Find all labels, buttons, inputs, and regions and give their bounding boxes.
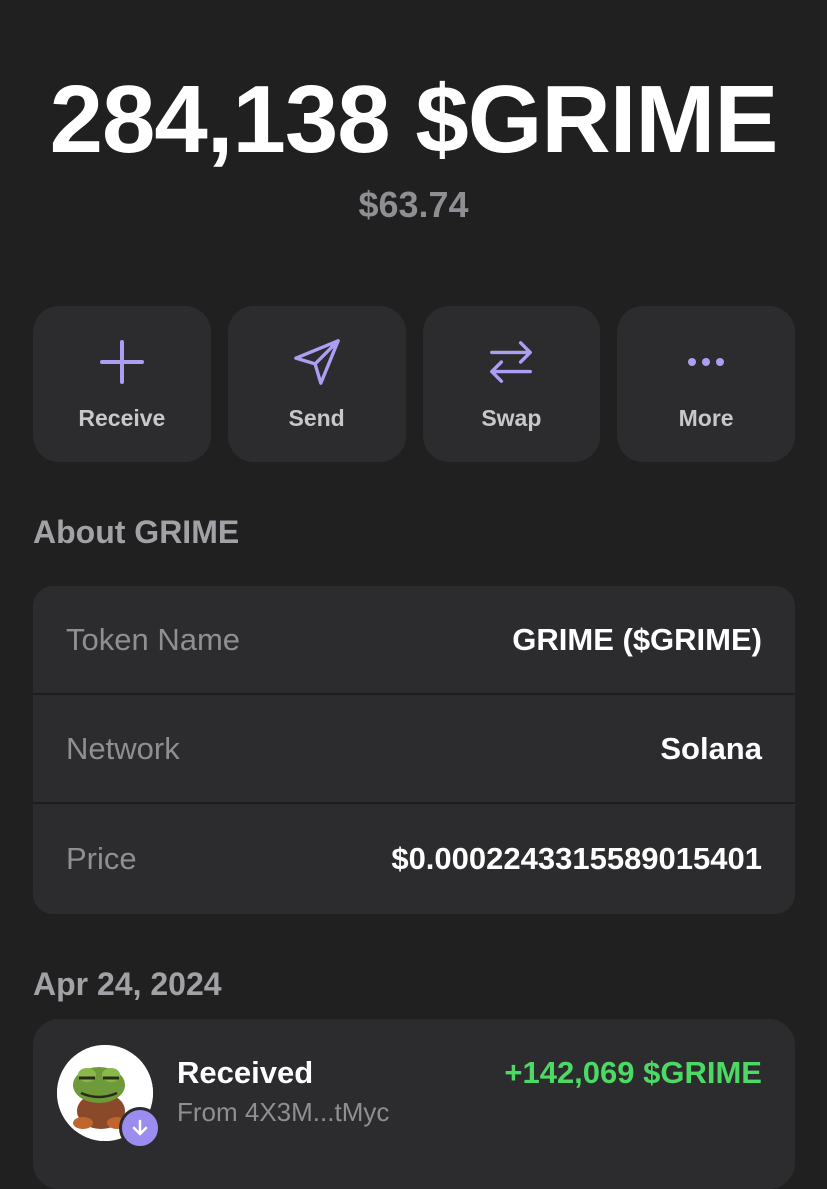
transaction-sender: From 4X3M...tMyc [177, 1097, 390, 1127]
token-info-card: Token Name GRIME ($GRIME) Network Solana… [33, 586, 795, 914]
price-value: $0.0002243315589015401 [391, 840, 762, 876]
balance-amount: 284,138 $GRIME [49, 66, 779, 173]
receive-button[interactable]: Receive [33, 306, 211, 462]
transaction-item[interactable]: Received From 4X3M...tMyc +142,069 $GRIM… [33, 1019, 795, 1189]
about-section-title: About GRIME [33, 514, 240, 550]
plus-icon [97, 337, 147, 387]
network-value: Solana [660, 730, 762, 766]
price-key: Price [66, 840, 137, 876]
token-name-key: Token Name [66, 621, 241, 657]
transaction-amount: +142,069 $GRIME [504, 1055, 762, 1090]
receive-label: Receive [78, 404, 166, 431]
token-name-value: GRIME ($GRIME) [512, 621, 762, 657]
send-icon [292, 337, 342, 387]
arrow-down-icon [119, 1107, 161, 1149]
activity-date-header: Apr 24, 2024 [33, 966, 222, 1002]
send-label: Send [288, 404, 345, 431]
balance-usd-value: $63.74 [358, 184, 469, 225]
network-row: Network Solana [33, 695, 795, 804]
send-button[interactable]: Send [227, 306, 406, 462]
more-icon [681, 337, 731, 387]
swap-button[interactable]: Swap [422, 306, 601, 462]
price-row: Price $0.0002243315589015401 [33, 804, 795, 913]
action-bar: Receive Send Swap More [33, 306, 795, 462]
network-key: Network [66, 730, 180, 766]
token-name-row: Token Name GRIME ($GRIME) [33, 586, 795, 695]
more-label: More [678, 404, 734, 431]
more-button[interactable]: More [617, 306, 795, 462]
swap-icon [486, 337, 536, 387]
swap-label: Swap [481, 404, 542, 431]
transaction-title: Received [177, 1055, 314, 1090]
